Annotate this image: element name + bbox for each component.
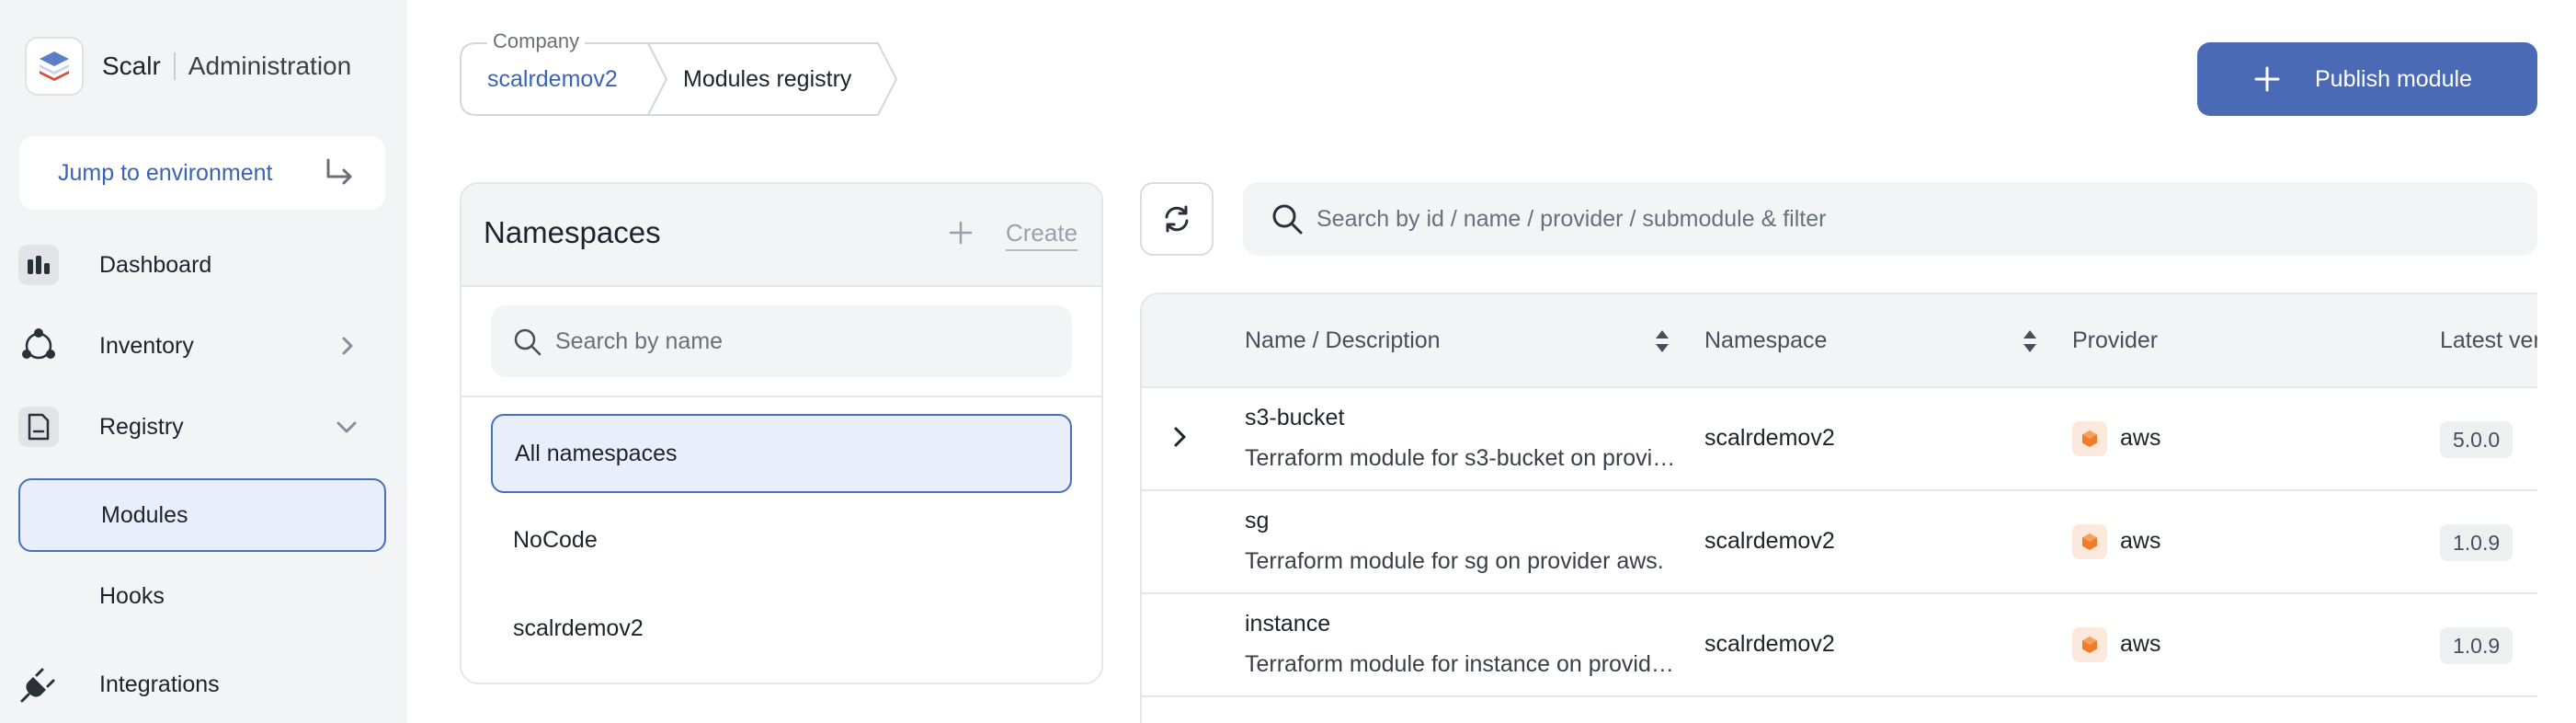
breadcrumb-company-link[interactable]: scalrdemov2 — [487, 66, 618, 93]
plus-icon[interactable] — [949, 221, 973, 245]
sidebar-item-registry[interactable]: Registry — [18, 390, 386, 464]
module-search — [1243, 182, 2537, 256]
sidebar-item-label: Hooks — [99, 582, 165, 609]
module-description: Terraform module for instance on provide… — [1245, 651, 1677, 677]
module-provider: aws — [2120, 631, 2161, 657]
namespace-item-all[interactable]: All namespaces — [491, 414, 1072, 493]
module-namespace: scalrdemov2 — [1704, 425, 1835, 451]
sidebar-item-dashboard[interactable]: Dashboard — [18, 228, 386, 302]
sort-icon[interactable] — [2021, 326, 2039, 357]
sidebar-item-label: Registry — [99, 413, 184, 440]
sidebar: Scalr Administration Jump to environment… — [0, 0, 407, 723]
brand-divider — [173, 52, 176, 80]
table-row[interactable]: instance Terraform module for instance o… — [1142, 594, 2537, 697]
sort-icon[interactable] — [1653, 326, 1671, 357]
brand-name: Scalr — [102, 52, 161, 80]
search-icon — [1272, 204, 1303, 235]
aws-icon — [2072, 524, 2107, 559]
namespace-item-scalrdemov2[interactable]: scalrdemov2 — [491, 589, 1072, 668]
chevron-right-icon[interactable] — [1169, 425, 1190, 449]
create-namespace-button[interactable]: Create — [1006, 219, 1078, 251]
module-namespace: scalrdemov2 — [1704, 631, 1835, 657]
sidebar-item-modules[interactable]: Modules — [18, 478, 386, 552]
brand-section: Administration — [188, 52, 352, 80]
column-header-provider: Provider — [2072, 327, 2159, 353]
column-header-namespace[interactable]: Namespace — [1704, 327, 1827, 354]
aws-icon — [2072, 627, 2107, 662]
scalr-logo-icon[interactable] — [25, 37, 84, 96]
refresh-button[interactable] — [1140, 182, 1214, 256]
plug-icon — [18, 664, 59, 705]
registry-icon — [18, 407, 59, 447]
jump-label: Jump to environment — [58, 159, 273, 186]
modules-table: Name / Description Namespace Provider La… — [1140, 293, 2537, 723]
breadcrumb-legend: Company — [487, 29, 586, 53]
inventory-icon — [18, 326, 59, 366]
module-name[interactable]: sg — [1245, 508, 1269, 534]
divider — [462, 396, 1101, 397]
namespace-search — [491, 305, 1072, 377]
jump-to-environment-button[interactable]: Jump to environment — [19, 136, 385, 210]
sidebar-item-inventory[interactable]: Inventory — [18, 309, 386, 383]
namespace-search-input[interactable] — [555, 305, 1052, 377]
table-row[interactable]: sg Terraform module for sg on provider a… — [1142, 491, 2537, 594]
publish-module-button[interactable]: Publish module — [2197, 42, 2537, 116]
aws-icon — [2072, 421, 2107, 456]
table-header: Name / Description Namespace Provider La… — [1142, 294, 2537, 388]
dashboard-icon — [18, 245, 59, 285]
module-namespace: scalrdemov2 — [1704, 528, 1835, 554]
namespace-item-nocode[interactable]: NoCode — [491, 500, 1072, 580]
chevron-down-icon — [336, 421, 357, 433]
module-description: Terraform module for sg on provider aws. — [1245, 548, 1664, 574]
sidebar-item-integrations[interactable]: Integrations — [18, 648, 386, 721]
sidebar-item-label: Dashboard — [99, 251, 212, 278]
module-search-input[interactable] — [1316, 182, 2512, 256]
namespaces-panel: Namespaces Create All namespaces NoCode … — [460, 182, 1103, 684]
sidebar-item-label: Integrations — [99, 671, 220, 697]
table-row[interactable]: s3-bucket Terraform module for s3-bucket… — [1142, 388, 2537, 491]
chevron-right-icon — [342, 337, 353, 355]
sidebar-item-label: Inventory — [99, 332, 194, 359]
version-badge: 5.0.0 — [2440, 421, 2513, 458]
module-description: Terraform module for s3-bucket on provid… — [1245, 445, 1677, 471]
version-badge: 1.0.9 — [2440, 524, 2513, 561]
brand: Scalr Administration — [25, 37, 351, 96]
sidebar-item-hooks[interactable]: Hooks — [18, 559, 386, 633]
refresh-icon — [1165, 205, 1189, 233]
module-name[interactable]: instance — [1245, 611, 1330, 637]
module-name[interactable]: s3-bucket — [1245, 405, 1344, 431]
sidebar-item-label: Modules — [101, 501, 188, 528]
breadcrumb-current: Modules registry — [683, 66, 852, 92]
module-provider: aws — [2120, 528, 2161, 554]
column-header-latest-version: Latest ver — [2440, 327, 2537, 353]
version-badge: 1.0.9 — [2440, 627, 2513, 664]
return-arrow-icon — [326, 158, 352, 185]
column-header-name[interactable]: Name / Description — [1245, 327, 1441, 354]
search-icon — [514, 328, 541, 356]
namespaces-title: Namespaces — [484, 215, 661, 249]
plus-icon — [2254, 66, 2280, 92]
publish-label: Publish module — [2315, 65, 2472, 92]
namespaces-header: Namespaces Create — [462, 184, 1101, 287]
module-provider: aws — [2120, 425, 2161, 451]
